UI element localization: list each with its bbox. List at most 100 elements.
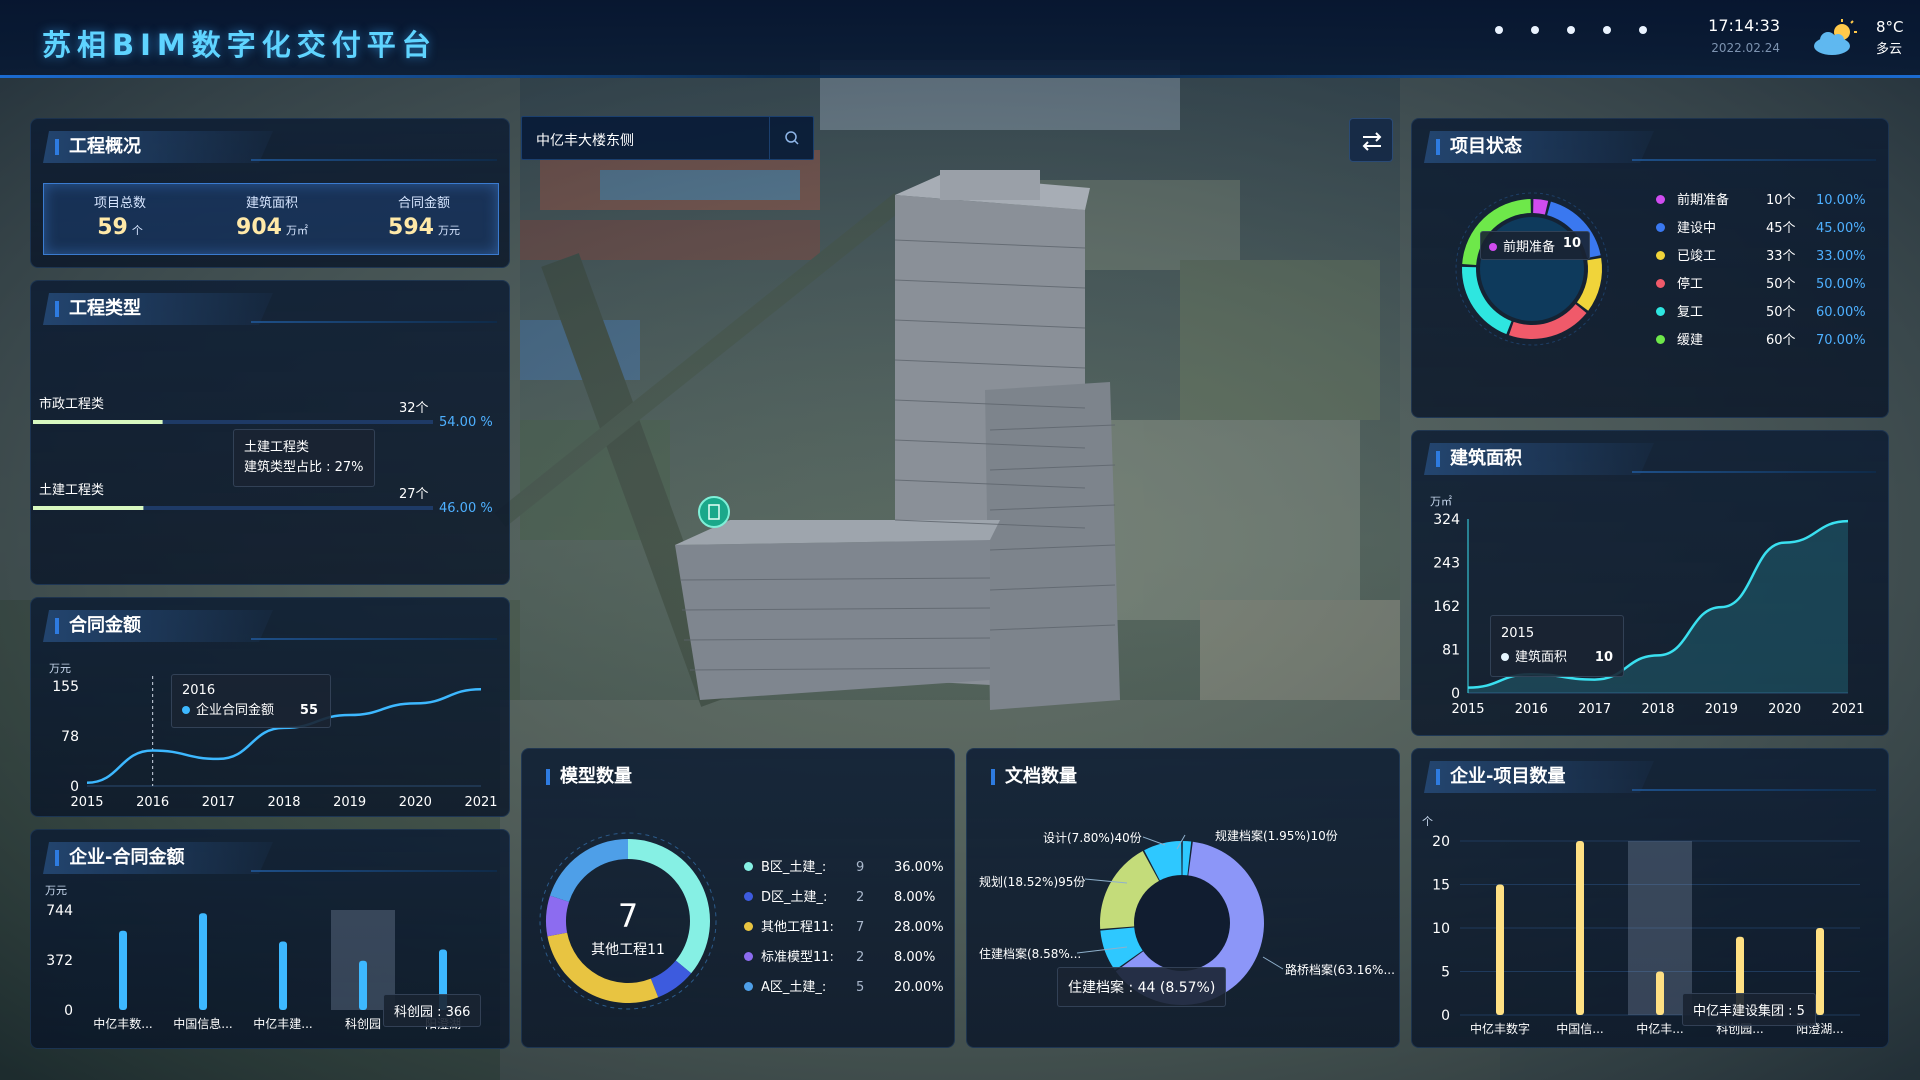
- legend-percent: 8.00%: [894, 950, 936, 965]
- type-bar-fill: [33, 506, 144, 510]
- legend-item[interactable]: 建设中 45个 45.00%: [1656, 215, 1876, 243]
- y-tick-label: 155: [52, 679, 79, 695]
- legend-item[interactable]: 已竣工 33个 33.00%: [1656, 243, 1876, 271]
- tooltip-series: 建筑面积: [1515, 650, 1568, 665]
- legend-swatch: [1656, 195, 1665, 204]
- page-indicator[interactable]: [1495, 26, 1647, 34]
- search-icon[interactable]: [770, 117, 814, 159]
- y-tick-label: 0: [1441, 1008, 1450, 1024]
- x-tick-label: 中亿丰建...: [253, 1016, 312, 1031]
- building-pin-icon[interactable]: [696, 494, 732, 530]
- x-tick-label: 2016: [136, 795, 169, 810]
- y-unit-label: 万元: [45, 884, 67, 897]
- panel-divider: [1632, 471, 1876, 473]
- swap-arrows-icon[interactable]: [1350, 119, 1394, 163]
- enterprise-projects-bar-chart[interactable]: 个20151050中亿丰数字 中国信... 中亿丰... 科创园... 阳澄湖...: [1412, 793, 1890, 1049]
- legend-item[interactable]: 标准模型11: 2 8.00%: [744, 943, 950, 973]
- panel-title: 项目状态: [1424, 131, 1654, 163]
- legend-label: 其他工程11:: [761, 920, 834, 935]
- status-legend: 前期准备 10个 10.00% 建设中 45个 45.00% 已竣工 33个 33.00% 停工 5…: [1656, 187, 1876, 355]
- bar: [1496, 884, 1504, 1015]
- x-tick-label: 中亿丰数字: [1470, 1021, 1530, 1036]
- legend-count: 50个: [1766, 305, 1796, 320]
- x-tick-label: 2020: [1768, 702, 1801, 717]
- legend-item[interactable]: B区_土建_: 9 36.00%: [744, 853, 950, 883]
- donut-hole: [1134, 875, 1230, 971]
- stat-value: 59 个: [97, 215, 143, 240]
- legend-swatch: [744, 922, 753, 931]
- tooltip-title: 土建工程类: [244, 440, 310, 455]
- legend-count: 2: [856, 890, 865, 905]
- legend-percent: 8.00%: [894, 890, 936, 905]
- weather-widget: 8°C 多云: [1810, 14, 1910, 64]
- weather-temp: 8°C: [1876, 18, 1904, 36]
- stat-label: 建筑面积: [245, 196, 298, 211]
- legend-label: 缓建: [1677, 333, 1704, 348]
- document-count-panel: 文档数量 规建档案(1.95%)10份 设计(7.80%)40份 规划(18.5…: [966, 748, 1400, 1048]
- tooltip-row: 企业合同金额 55: [182, 701, 320, 721]
- contract-line-chart[interactable]: 万元 155 78 02015 2016 2017 2018 2019 2020 2021: [31, 642, 511, 818]
- legend-label: 前期准备: [1677, 193, 1730, 208]
- swap-view-button[interactable]: [1349, 118, 1393, 162]
- status-ring-chart[interactable]: [1452, 189, 1612, 349]
- legend-count: 2: [856, 950, 865, 965]
- legend-count: 9: [856, 860, 865, 875]
- panel-title: 工程概况: [43, 131, 273, 163]
- legend-label: 标准模型11:: [761, 950, 834, 965]
- page-dot[interactable]: [1639, 26, 1647, 34]
- contract-amount-panel: 合同金额 万元 155 78 0 2015 2016 2017 2018 2019 2020 202…: [30, 597, 510, 817]
- location-search[interactable]: 中亿丰大楼东侧: [521, 116, 814, 160]
- donut-center-label: 其他工程11: [591, 942, 665, 958]
- y-unit-label: 万元: [49, 662, 71, 675]
- legend-item[interactable]: 复工 50个 60.00%: [1656, 299, 1876, 327]
- type-count: 32个: [399, 401, 429, 416]
- search-button[interactable]: [769, 117, 813, 159]
- legend-item[interactable]: 缓建 60个 70.00%: [1656, 327, 1876, 355]
- legend-item[interactable]: D区_土建_: 2 8.00%: [744, 883, 950, 913]
- doc-label-roadbridge: 路桥档案(63.16%...: [1285, 963, 1395, 977]
- page-dot[interactable]: [1531, 26, 1539, 34]
- legend-label: 停工: [1677, 277, 1704, 292]
- panel-title: 模型数量: [534, 761, 734, 793]
- page-dot[interactable]: [1567, 26, 1575, 34]
- type-bar-fill: [33, 420, 163, 424]
- building-area-panel: 建筑面积 万㎡ 324 243 162 81 0 2015 2016 2017 2018 2019 2…: [1411, 430, 1889, 736]
- legend-item[interactable]: A区_土建_: 5 20.00%: [744, 973, 950, 1003]
- panel-divider: [1632, 159, 1876, 161]
- legend-percent: 60.00%: [1816, 305, 1866, 320]
- legend-item[interactable]: 前期准备 10个 10.00%: [1656, 187, 1876, 215]
- legend-swatch: [1656, 335, 1665, 344]
- legend-label: B区_土建_:: [761, 860, 827, 875]
- type-count: 27个: [399, 487, 429, 502]
- y-tick-label: 5: [1441, 965, 1450, 981]
- x-tick-label: 2019: [333, 795, 366, 810]
- panel-title: 企业-合同金额: [43, 842, 273, 874]
- legend-label: A区_土建_:: [761, 980, 827, 995]
- type-name: 市政工程类: [39, 397, 105, 412]
- legend-count: 10个: [1766, 193, 1796, 208]
- page-dot[interactable]: [1495, 26, 1503, 34]
- legend-item[interactable]: 其他工程11: 7 28.00%: [744, 913, 950, 943]
- search-input[interactable]: 中亿丰大楼东侧: [536, 130, 634, 150]
- tooltip-value: 10: [1594, 650, 1613, 665]
- tooltip-value: 55: [299, 703, 318, 718]
- legend-percent: 20.00%: [894, 980, 944, 995]
- legend-swatch: [744, 862, 753, 871]
- doc-label-housing: 住建档案(8.58%...: [979, 947, 1082, 961]
- y-tick-label: 81: [1442, 643, 1460, 659]
- x-tick-label: 2017: [202, 795, 235, 810]
- legend-item[interactable]: 停工 50个 50.00%: [1656, 271, 1876, 299]
- y-tick-label: 0: [64, 1003, 73, 1019]
- building-area-chart[interactable]: 万㎡3242431628102015 2016 2017 2018 2019 2020 20…: [1412, 475, 1890, 737]
- y-tick-label: 15: [1432, 878, 1450, 894]
- tooltip-row: 建筑面积 10: [1501, 646, 1613, 670]
- chart-tooltip: 住建档案 : 44 (8.57%): [1057, 967, 1227, 1007]
- project-type-panel: 工程类型 市政工程类 32个 54.00 % 土建工程类 27个 46.00 %…: [30, 280, 510, 585]
- project-status-panel: 项目状态 前期准备 10 前期准备 10个 10.00% 建设中 45个 45.00% 已竣工…: [1411, 118, 1889, 418]
- page-dot[interactable]: [1603, 26, 1611, 34]
- legend-percent: 45.00%: [1816, 221, 1866, 236]
- x-tick-label: 2019: [1705, 702, 1738, 717]
- legend-count: 60个: [1766, 333, 1796, 348]
- bar: [1816, 928, 1824, 1015]
- legend-count: 5: [856, 980, 865, 995]
